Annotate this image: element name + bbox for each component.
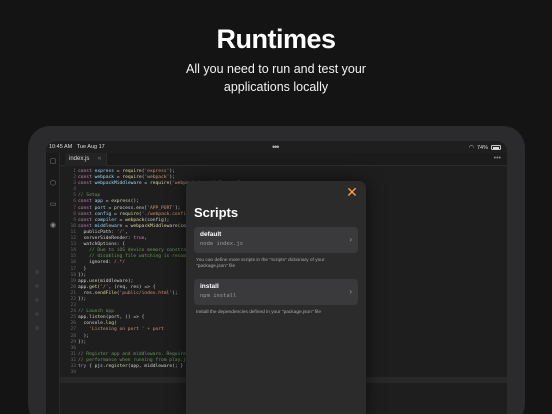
- chevron-right-icon: ›: [349, 235, 352, 244]
- files-icon[interactable]: ▢: [49, 158, 57, 166]
- script-item-install[interactable]: install npm install ›: [194, 279, 358, 305]
- more-icon[interactable]: •••: [494, 155, 501, 162]
- package-icon[interactable]: ⬡: [49, 180, 57, 188]
- script-item-default[interactable]: default node index.js ›: [194, 227, 358, 253]
- side-dot: [35, 284, 39, 288]
- tab-index-js[interactable]: index.js ✕: [65, 153, 107, 166]
- book-icon[interactable]: ▭: [49, 201, 57, 209]
- status-bar: 10:45 AM Tue Aug 17 ••• ◠ 74%: [46, 141, 507, 153]
- line-number: 34: [70, 370, 76, 376]
- subtitle-line-1: All you need to run and test your: [186, 62, 366, 76]
- run-icon[interactable]: ◉: [49, 222, 57, 230]
- status-date: Tue Aug 17: [76, 144, 105, 150]
- hint-line-2: "package.json" file: [196, 264, 236, 270]
- script-command: node index.js: [200, 241, 244, 247]
- script-name: default: [200, 231, 222, 238]
- line-number-gutter: 1 2 3 4 5 6 7 8 9 10 11 12 13 14 15 16 17 18 19 20 21 22 23 24 2…: [60, 169, 76, 376]
- script-name: install: [200, 283, 219, 290]
- status-right: ◠ 74%: [469, 144, 501, 151]
- side-dot: [35, 326, 39, 330]
- tab-bar: index.js ✕ •••: [60, 153, 507, 166]
- wifi-icon: ◠: [468, 145, 474, 151]
- page-subtitle: All you need to run and test your applic…: [0, 60, 552, 96]
- script-hint-default: You can define more scripts in the "scri…: [196, 258, 366, 270]
- subtitle-line-2: applications locally: [223, 80, 329, 94]
- status-time: 10:45 AM Tue Aug 17: [49, 144, 105, 150]
- battery-icon: [491, 145, 501, 150]
- side-dot: [35, 312, 39, 316]
- close-icon[interactable]: ✕: [345, 185, 359, 199]
- side-dot: [35, 298, 39, 302]
- side-dot: [35, 270, 39, 274]
- battery-percent: 74%: [476, 144, 488, 151]
- tab-label: index.js: [69, 156, 90, 162]
- script-command: npm install: [200, 293, 237, 299]
- device-side-dots: [35, 270, 39, 340]
- script-hint-install: Install the dependencies defined in your…: [196, 310, 322, 315]
- sidebar-rail: ▢ ⬡ ▭ ◉: [46, 153, 60, 414]
- multitasking-dots-icon[interactable]: •••: [272, 142, 280, 152]
- chevron-right-icon: ›: [349, 287, 352, 296]
- status-clock: 10:45 AM: [49, 144, 73, 150]
- page-title: Runtimes: [216, 24, 336, 54]
- modal-title: Scripts: [194, 205, 239, 220]
- tab-close-icon[interactable]: ✕: [97, 156, 101, 162]
